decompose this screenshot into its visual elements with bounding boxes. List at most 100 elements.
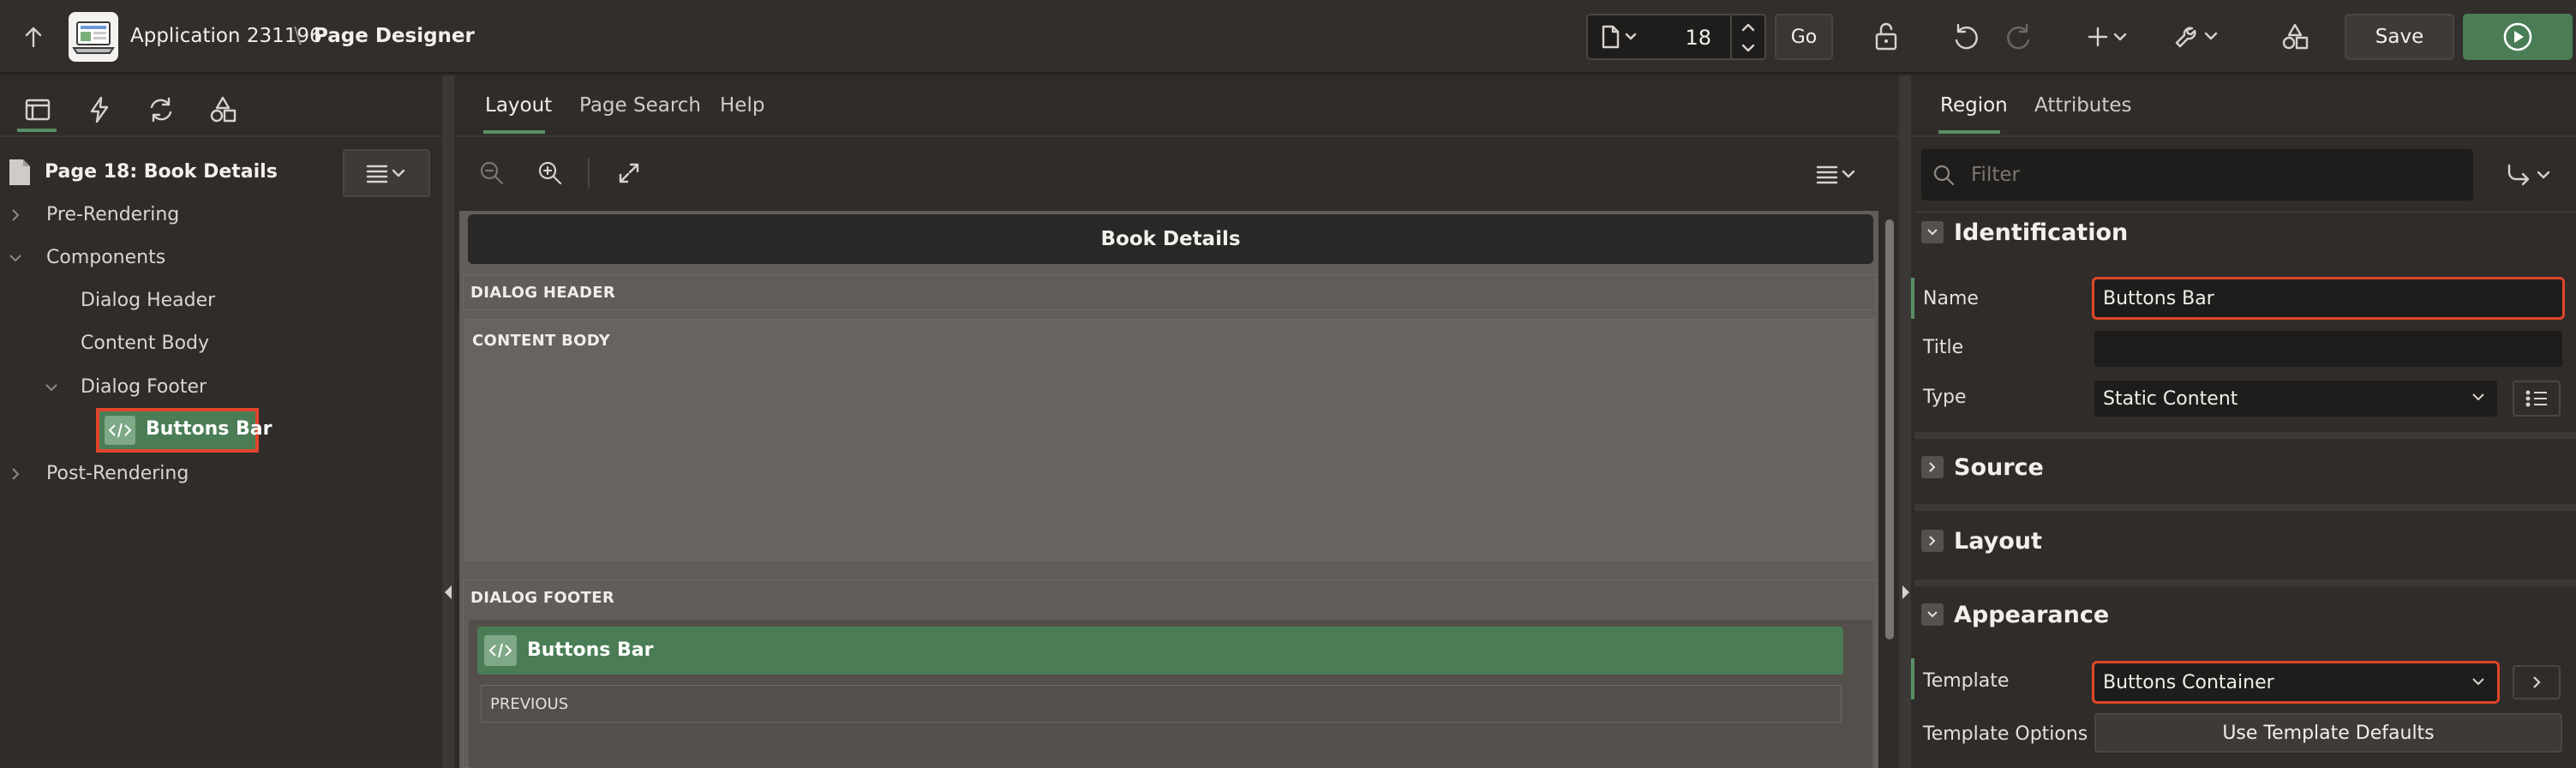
top-toolbar: Application 231196 \ Page Designer 18 Go xyxy=(0,0,2576,74)
run-page-button[interactable] xyxy=(2463,14,2573,60)
template-value: Buttons Container xyxy=(2103,671,2274,693)
group-title-source[interactable]: Source xyxy=(1954,454,2044,481)
filter-placeholder: Filter xyxy=(1971,164,2020,186)
static-content-region-icon xyxy=(484,635,517,666)
zoom-out-icon[interactable] xyxy=(475,156,509,190)
page-number-input[interactable]: 18 xyxy=(1663,26,1711,50)
name-field[interactable]: Buttons Bar xyxy=(2092,277,2565,320)
breadcrumb-separator: \ xyxy=(294,23,302,49)
filter-input[interactable]: Filter xyxy=(1921,149,2473,201)
property-editor: Region Attributes Filter Identification … xyxy=(1911,75,2576,768)
tree-menu-button[interactable] xyxy=(343,149,430,197)
tree-item-dialog-footer[interactable]: Dialog Footer xyxy=(81,376,207,398)
tab-help[interactable]: Help xyxy=(720,94,764,117)
redo-icon[interactable] xyxy=(2000,19,2038,55)
dialog-header-region[interactable]: DIALOG HEADER xyxy=(463,274,1877,310)
page-title[interactable]: Page 18: Book Details xyxy=(45,161,278,183)
divider xyxy=(1914,579,2576,586)
group-title-layout[interactable]: Layout xyxy=(1954,528,2042,555)
footer-inner: Buttons Bar PREVIOUS xyxy=(469,620,1872,768)
chevron-right-icon[interactable] xyxy=(7,204,24,226)
shared-components-icon[interactable] xyxy=(2276,19,2314,55)
divider xyxy=(0,135,442,137)
content-body-region[interactable]: CONTENT BODY xyxy=(464,319,1875,561)
rendering-tab-icon[interactable] xyxy=(19,93,57,127)
collapse-left-icon[interactable] xyxy=(445,585,452,599)
tree-item-content-body[interactable]: Content Body xyxy=(81,333,209,354)
divider xyxy=(588,158,590,189)
navigate-up-icon[interactable] xyxy=(15,19,51,55)
group-title-appearance[interactable]: Appearance xyxy=(1954,602,2109,628)
active-tab-indicator xyxy=(17,129,57,132)
expand-source-button[interactable] xyxy=(1921,456,1944,478)
chevron-down-icon[interactable] xyxy=(43,376,60,399)
type-select[interactable]: Static Content xyxy=(2094,381,2497,417)
tree-item-label: Buttons Bar xyxy=(146,418,273,440)
page-designer-title: Page Designer xyxy=(314,25,475,47)
tree-item-dialog-header[interactable]: Dialog Header xyxy=(81,290,215,311)
go-to-group-button[interactable] xyxy=(2499,158,2561,192)
save-button[interactable]: Save xyxy=(2345,14,2454,60)
unlock-icon[interactable] xyxy=(1868,19,1906,55)
collapse-appearance-button[interactable] xyxy=(1921,603,1944,626)
right-splitter[interactable] xyxy=(1899,75,1911,768)
tree-item-components[interactable]: Components xyxy=(46,247,165,268)
dialog-title-bar[interactable]: Book Details xyxy=(468,214,1873,264)
region-label: Buttons Bar xyxy=(527,639,654,661)
active-tab-indicator xyxy=(483,130,545,134)
changed-indicator xyxy=(1911,278,1914,319)
expand-icon[interactable] xyxy=(612,156,646,190)
create-menu-button[interactable] xyxy=(2088,19,2137,55)
template-select[interactable]: Buttons Container xyxy=(2092,661,2500,704)
tab-region[interactable]: Region xyxy=(1940,94,2008,117)
utilities-wrench-icon[interactable] xyxy=(2173,19,2225,55)
divider xyxy=(1911,135,2576,137)
expand-layout-button[interactable] xyxy=(1921,530,1944,552)
collapse-right-icon[interactable] xyxy=(1902,585,1909,599)
region-label: DIALOG HEADER xyxy=(470,284,616,302)
layout-menu-button[interactable] xyxy=(1810,159,1863,189)
template-details-button[interactable] xyxy=(2513,665,2561,699)
page-list-button[interactable] xyxy=(1600,24,1641,50)
divider xyxy=(1914,432,2576,439)
buttons-bar-region[interactable]: Buttons Bar xyxy=(477,627,1843,675)
type-label: Type xyxy=(1923,387,1967,408)
chevron-down-icon[interactable] xyxy=(7,247,24,269)
template-options-button[interactable]: Use Template Defaults xyxy=(2094,713,2562,753)
template-options-label: Template Options xyxy=(1923,723,2088,745)
group-title-identification[interactable]: Identification xyxy=(1954,219,2128,246)
changed-indicator xyxy=(1911,658,1914,699)
go-button[interactable]: Go xyxy=(1775,14,1833,60)
application-icon[interactable] xyxy=(69,12,118,62)
tab-layout[interactable]: Layout xyxy=(485,94,552,117)
previous-position[interactable]: PREVIOUS xyxy=(481,685,1842,723)
collapse-identification-button[interactable] xyxy=(1921,221,1944,243)
tab-page-search[interactable]: Page Search xyxy=(579,94,701,117)
canvas-scrollbar[interactable] xyxy=(1885,219,1894,639)
processing-tab-icon[interactable] xyxy=(142,93,180,127)
left-splitter[interactable] xyxy=(442,75,454,768)
divider xyxy=(1914,211,2576,213)
page-decrement-button[interactable] xyxy=(1734,39,1763,57)
shared-components-tab-icon[interactable] xyxy=(204,93,242,127)
tree-item-pre-rendering[interactable]: Pre-Rendering xyxy=(46,204,179,225)
page-increment-button[interactable] xyxy=(1734,19,1763,36)
zoom-in-icon[interactable] xyxy=(533,156,567,190)
dynamic-actions-tab-icon[interactable] xyxy=(81,93,118,127)
title-field[interactable] xyxy=(2094,331,2562,367)
tree-item-buttons-bar[interactable]: Buttons Bar xyxy=(96,408,272,453)
tab-attributes[interactable]: Attributes xyxy=(2034,94,2132,117)
title-label: Title xyxy=(1923,337,1964,358)
chevron-right-icon[interactable] xyxy=(7,463,24,485)
name-label: Name xyxy=(1923,288,1979,309)
static-content-region-icon xyxy=(105,416,135,445)
divider xyxy=(1730,15,1732,58)
active-tab-indicator xyxy=(1938,130,2000,134)
layout-canvas: Book Details DIALOG HEADER CONTENT BODY … xyxy=(459,211,1878,768)
center-panel: Layout Page Search Help Book Details DIA… xyxy=(454,75,1899,768)
tree-item-post-rendering[interactable]: Post-Rendering xyxy=(46,463,189,484)
dialog-footer-region[interactable]: DIALOG FOOTER Buttons Bar PREVIOUS xyxy=(463,579,1877,768)
type-list-button[interactable] xyxy=(2513,381,2561,417)
undo-icon[interactable] xyxy=(1947,19,1985,55)
search-icon xyxy=(1930,161,1957,189)
